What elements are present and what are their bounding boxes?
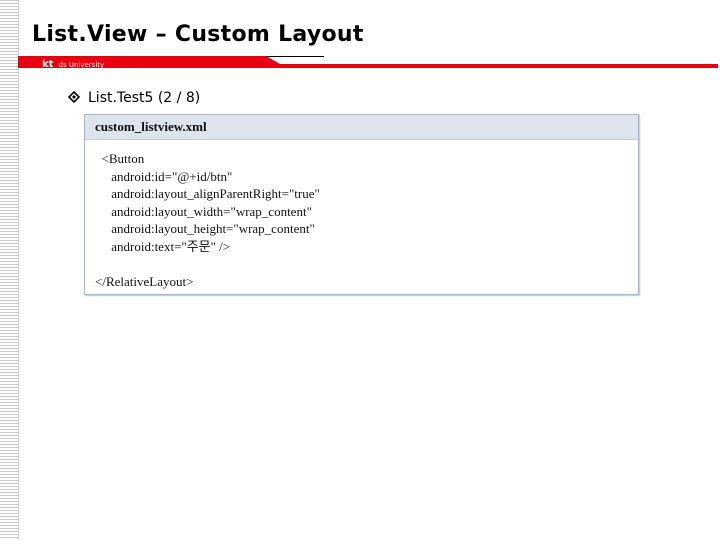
slide-title: List.View – Custom Layout xyxy=(32,22,364,47)
code-closing-line: </RelativeLayout> xyxy=(95,273,194,289)
code-line: <Button xyxy=(95,151,145,166)
bullet-item: List.Test5 (2 / 8) xyxy=(68,90,200,106)
diamond-bullet-icon xyxy=(68,91,80,103)
code-filename: custom_listview.xml xyxy=(85,115,638,140)
code-box: custom_listview.xml <Button android:id="… xyxy=(84,114,639,295)
code-body: <Button android:id="@+id/btn" android:la… xyxy=(85,140,638,290)
code-line: android:layout_width="wrap_content" xyxy=(95,203,312,219)
brand-logo: kt ds University xyxy=(42,56,105,70)
code-line: android:layout_height="wrap_content" xyxy=(95,221,315,237)
code-line: android:id="@+id/btn" xyxy=(95,168,233,184)
code-line: android:text="주문" /> xyxy=(95,238,231,254)
brand-university: ds University xyxy=(58,61,105,69)
brand-kt: kt xyxy=(42,59,54,70)
code-line: android:layout_alignParentRight="true" xyxy=(95,186,320,202)
left-decorative-stripes xyxy=(0,0,19,540)
bullet-text: List.Test5 (2 / 8) xyxy=(88,90,201,106)
brand-red-band xyxy=(18,56,718,68)
